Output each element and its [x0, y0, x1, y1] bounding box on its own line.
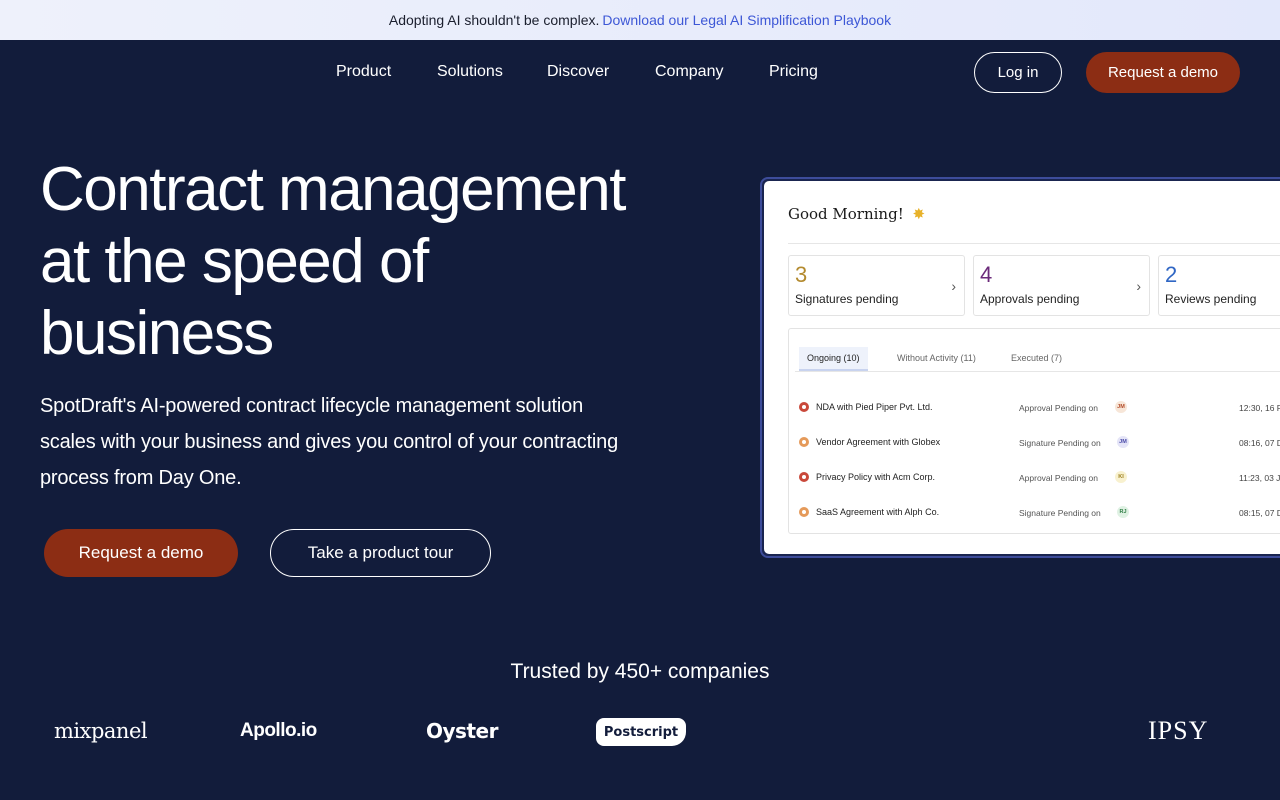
dashboard-preview: Good Morning! ✸ 3 Signatures pending › 4…: [760, 177, 1280, 558]
contract-status: Signature Pending on: [1019, 438, 1101, 448]
tab-divider: [795, 371, 1280, 372]
stat-label: Approvals pending: [980, 292, 1080, 306]
greeting-text: Good Morning!: [788, 205, 904, 223]
tab-without-activity[interactable]: Without Activity (11): [889, 347, 984, 369]
nav-item-product[interactable]: Product: [336, 63, 391, 81]
contract-status: Signature Pending on: [1019, 508, 1101, 518]
stat-value: 3: [795, 262, 808, 287]
login-button[interactable]: Log in: [974, 52, 1062, 93]
stat-signatures-pending[interactable]: 3 Signatures pending ›: [788, 255, 965, 316]
contract-time: 08:15, 07 D: [1239, 508, 1280, 518]
stat-label: Reviews pending: [1165, 292, 1257, 306]
nav-item-solutions[interactable]: Solutions: [437, 63, 503, 81]
postscript-logo: Postscript: [596, 718, 686, 746]
contract-time: 11:23, 03 J: [1239, 473, 1280, 483]
tab-executed[interactable]: Executed (7): [1003, 347, 1070, 369]
contract-status: Approval Pending on: [1019, 403, 1098, 413]
avatar: JM: [1117, 436, 1129, 448]
avatar: JM: [1115, 401, 1127, 413]
product-tour-button[interactable]: Take a product tour: [270, 529, 491, 577]
contract-name: SaaS Agreement with Alph Co.: [816, 507, 940, 517]
hero-request-demo-button[interactable]: Request a demo: [44, 529, 238, 577]
oyster-logo: Oyster: [426, 719, 498, 743]
tab-ongoing[interactable]: Ongoing (10): [799, 347, 868, 371]
announcement-bar: Adopting AI shouldn't be complex. Downlo…: [0, 0, 1280, 40]
sun-icon: ✸: [912, 205, 926, 223]
hero-title: Contract management at the speed of busi…: [40, 155, 626, 368]
contract-time: 08:16, 07 D: [1239, 438, 1280, 448]
status-dot-icon: [799, 507, 809, 517]
table-row[interactable]: Vendor Agreement with Globex Signature P…: [799, 434, 1280, 454]
divider: [788, 243, 1280, 244]
chevron-right-icon: ›: [951, 278, 956, 294]
status-dot-icon: [799, 402, 809, 412]
greeting: Good Morning! ✸: [788, 205, 925, 223]
nav-request-demo-button[interactable]: Request a demo: [1086, 52, 1240, 93]
contract-name: Vendor Agreement with Globex: [816, 437, 941, 447]
avatar: RJ: [1117, 506, 1129, 518]
table-row[interactable]: Privacy Policy with Acm Corp. Approval P…: [799, 469, 1280, 489]
nav-item-discover[interactable]: Discover: [547, 63, 609, 81]
stat-label: Signatures pending: [795, 292, 899, 306]
main-nav: Product Solutions Discover Company Prici…: [0, 40, 1280, 104]
stat-approvals-pending[interactable]: 4 Approvals pending ›: [973, 255, 1150, 316]
nav-item-pricing[interactable]: Pricing: [769, 63, 818, 81]
contract-time: 12:30, 16 Fe: [1239, 403, 1280, 413]
stat-value: 4: [980, 262, 993, 287]
dashboard-card: Good Morning! ✸ 3 Signatures pending › 4…: [764, 181, 1280, 554]
contract-status: Approval Pending on: [1019, 473, 1098, 483]
mixpanel-logo: mixpanel: [54, 719, 148, 743]
apollo-logo: Apollo.io: [240, 720, 317, 741]
chevron-right-icon: ›: [1136, 278, 1141, 294]
status-dot-icon: [799, 472, 809, 482]
contract-name: NDA with Pied Piper Pvt. Ltd.: [816, 402, 933, 412]
stat-value: 2: [1165, 262, 1178, 287]
status-dot-icon: [799, 437, 809, 447]
stat-reviews-pending[interactable]: 2 Reviews pending: [1158, 255, 1280, 316]
contracts-table: Ongoing (10) Without Activity (11) Execu…: [788, 328, 1280, 534]
table-row[interactable]: NDA with Pied Piper Pvt. Ltd. Approval P…: [799, 399, 1280, 419]
ipsy-logo: IPSY: [1148, 716, 1209, 745]
table-row[interactable]: SaaS Agreement with Alph Co. Signature P…: [799, 504, 1280, 524]
contract-name: Privacy Policy with Acm Corp.: [816, 472, 936, 482]
avatar: KI: [1115, 471, 1127, 483]
nav-item-company[interactable]: Company: [655, 63, 723, 81]
hero-subtitle: SpotDraft's AI-powered contract lifecycl…: [40, 395, 619, 489]
announcement-text: Adopting AI shouldn't be complex.: [388, 12, 600, 28]
playbook-download-link[interactable]: Download our Legal AI Simplification Pla…: [602, 12, 891, 28]
trusted-heading: Trusted by 450+ companies: [510, 660, 770, 683]
